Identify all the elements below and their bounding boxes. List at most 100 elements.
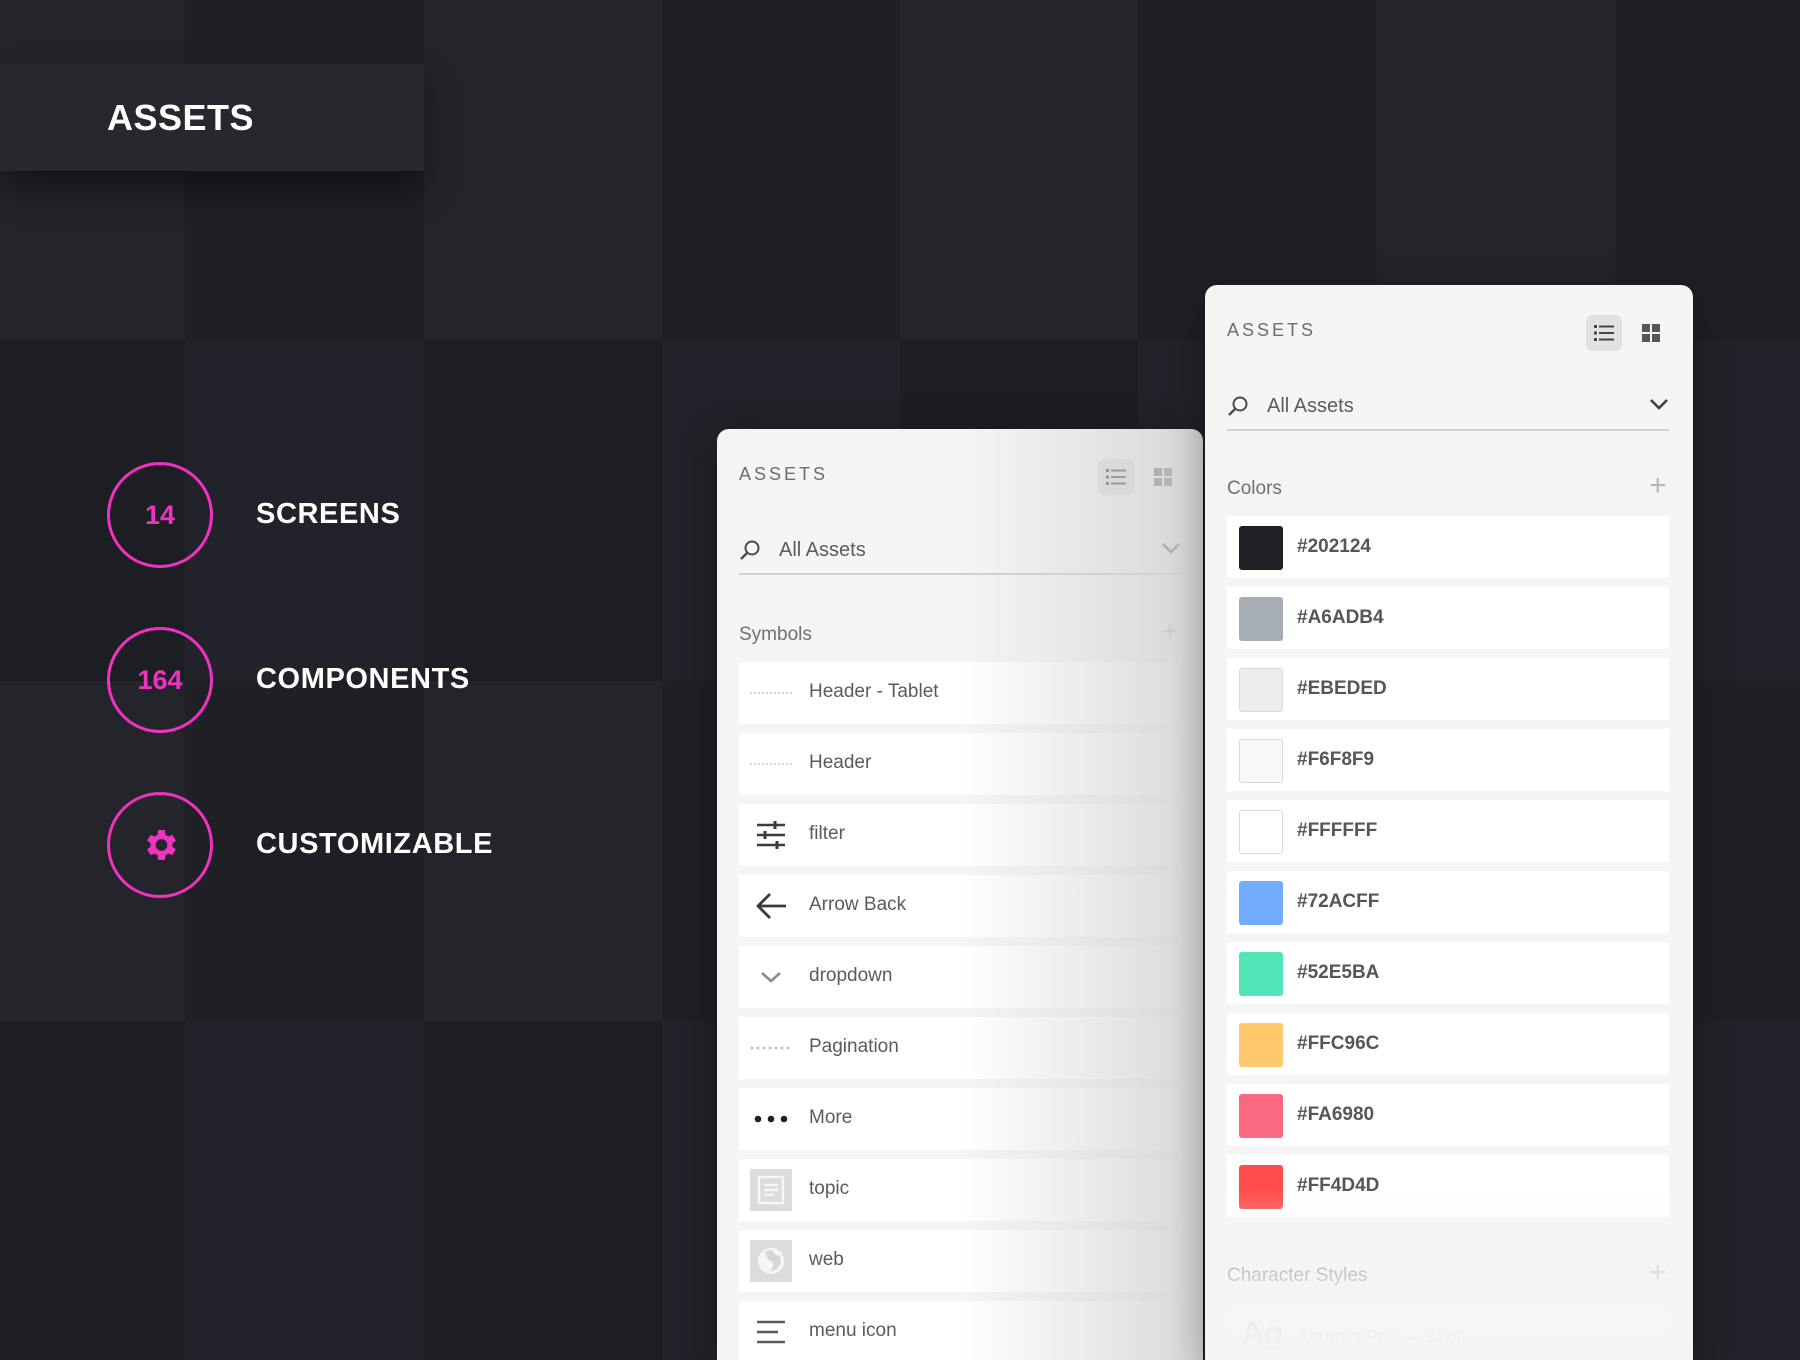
color-row[interactable]: #FFC96C	[1227, 1013, 1669, 1075]
sliders-icon	[750, 816, 792, 854]
character-style-sample: Ag	[1241, 1315, 1284, 1351]
add-symbol-button[interactable]: +	[1161, 617, 1179, 647]
stat-value: 164	[137, 664, 183, 695]
symbol-row[interactable]: topic	[739, 1159, 1181, 1221]
background-tile	[185, 1021, 424, 1360]
stat-icon-ring	[107, 792, 213, 898]
color-row[interactable]: #A6ADB4	[1227, 587, 1669, 649]
arrow-back-icon	[750, 887, 792, 925]
background-tile	[662, 0, 900, 340]
color-swatch	[1239, 1165, 1283, 1209]
background-tile	[424, 340, 662, 681]
panel-title: ASSETS	[1227, 320, 1317, 340]
topic-icon	[750, 1169, 792, 1211]
panel-title: ASSETS	[739, 464, 829, 484]
menu-icon	[750, 1313, 792, 1351]
search-icon	[740, 540, 760, 560]
pagination-dots-thumb	[750, 1029, 792, 1067]
color-swatch	[1239, 810, 1283, 854]
color-swatch	[1239, 1023, 1283, 1067]
character-style-label: Acumin Pro — 32pt	[1297, 1327, 1462, 1348]
grid-view-icon	[1642, 324, 1660, 342]
filter-value: All Assets	[1267, 395, 1354, 417]
globe-icon	[750, 1240, 792, 1282]
color-swatch	[1239, 739, 1283, 783]
page-title: ASSETS	[107, 97, 255, 138]
stat-label: COMPONENTS	[256, 663, 470, 695]
section-symbols-heading: Symbols	[739, 624, 812, 645]
header-line-thumb	[750, 745, 792, 783]
stat-count-ring: 14	[107, 462, 213, 568]
color-hex-label: #EBEDED	[1297, 678, 1387, 699]
color-row[interactable]: #FA6980	[1227, 1084, 1669, 1146]
color-row[interactable]: #72ACFF	[1227, 871, 1669, 933]
asset-filter-dropdown[interactable]: All Assets	[1227, 383, 1669, 431]
color-row[interactable]: #202124	[1227, 516, 1669, 578]
symbol-row[interactable]: Header	[739, 733, 1181, 795]
page-title-badge: ASSETS	[0, 64, 424, 171]
symbol-row[interactable]: menu icon	[739, 1301, 1181, 1360]
symbol-row[interactable]: Arrow Back	[739, 875, 1181, 937]
chevron-down-icon	[750, 958, 792, 996]
color-swatch	[1239, 526, 1283, 570]
section-colors-heading: Colors	[1227, 478, 1282, 499]
list-view-icon	[1594, 325, 1614, 341]
search-icon	[1228, 396, 1248, 416]
color-row[interactable]: #F6F8F9	[1227, 729, 1669, 791]
assets-panel-colors: ASSETS All Assets Colors + #202124 #A6ADB…	[1205, 285, 1693, 1360]
background-tile	[424, 1021, 662, 1360]
color-hex-label: #FFFFFF	[1297, 820, 1378, 841]
symbol-label: Header	[809, 752, 872, 773]
grid-view-icon	[1154, 468, 1172, 486]
symbol-row[interactable]: More	[739, 1088, 1181, 1150]
color-row[interactable]: #52E5BA	[1227, 942, 1669, 1004]
stat-label: CUSTOMIZABLE	[256, 828, 494, 860]
color-hex-label: #72ACFF	[1297, 891, 1380, 912]
chevron-down-icon	[1650, 399, 1668, 410]
color-swatch	[1239, 597, 1283, 641]
background-tile	[900, 0, 1138, 340]
header-line-thumb	[750, 674, 792, 712]
add-character-style-button[interactable]: +	[1649, 1258, 1667, 1288]
color-swatch	[1239, 668, 1283, 712]
list-view-button[interactable]	[1098, 459, 1134, 495]
color-hex-label: #52E5BA	[1297, 962, 1380, 983]
assets-panel-symbols: ASSETS All Assets Symbols + Header - Tab…	[717, 429, 1203, 1360]
symbol-row[interactable]: Pagination	[739, 1017, 1181, 1079]
color-hex-label: #FFC96C	[1297, 1033, 1380, 1054]
color-hex-label: #FF4D4D	[1297, 1175, 1380, 1196]
more-dots-icon	[750, 1100, 792, 1138]
background-tile	[424, 0, 662, 340]
color-hex-label: #202124	[1297, 536, 1371, 557]
filter-value: All Assets	[779, 539, 866, 561]
asset-filter-dropdown[interactable]: All Assets	[739, 527, 1181, 575]
color-swatch	[1239, 1094, 1283, 1138]
symbol-row[interactable]: dropdown	[739, 946, 1181, 1008]
symbol-label: menu icon	[809, 1320, 897, 1341]
symbol-label: Header - Tablet	[809, 681, 939, 702]
gear-icon	[147, 830, 176, 860]
color-swatch	[1239, 881, 1283, 925]
background-tile	[0, 1021, 185, 1360]
symbol-row[interactable]: filter	[739, 804, 1181, 866]
color-hex-label: #FA6980	[1297, 1104, 1375, 1125]
grid-view-button[interactable]	[1633, 315, 1669, 351]
symbol-label: web	[809, 1249, 844, 1270]
color-row[interactable]: #EBEDED	[1227, 658, 1669, 720]
symbol-label: dropdown	[809, 965, 893, 986]
list-view-button[interactable]	[1586, 315, 1622, 351]
color-row[interactable]: #FFFFFF	[1227, 800, 1669, 862]
character-style-row[interactable]: Ag Acumin Pro — 32pt	[1227, 1305, 1669, 1360]
list-view-icon	[1106, 469, 1126, 485]
symbol-label: filter	[809, 823, 845, 844]
section-character-styles-heading: Character Styles	[1227, 1265, 1368, 1286]
color-swatch	[1239, 952, 1283, 996]
grid-view-button[interactable]	[1145, 459, 1181, 495]
color-hex-label: #A6ADB4	[1297, 607, 1384, 628]
add-color-button[interactable]: +	[1649, 471, 1667, 501]
stat-count-ring: 164	[107, 627, 213, 733]
stat-value: 14	[144, 499, 176, 530]
symbol-row[interactable]: Header - Tablet	[739, 662, 1181, 724]
color-row[interactable]: #FF4D4D	[1227, 1155, 1669, 1217]
symbol-row[interactable]: web	[739, 1230, 1181, 1292]
